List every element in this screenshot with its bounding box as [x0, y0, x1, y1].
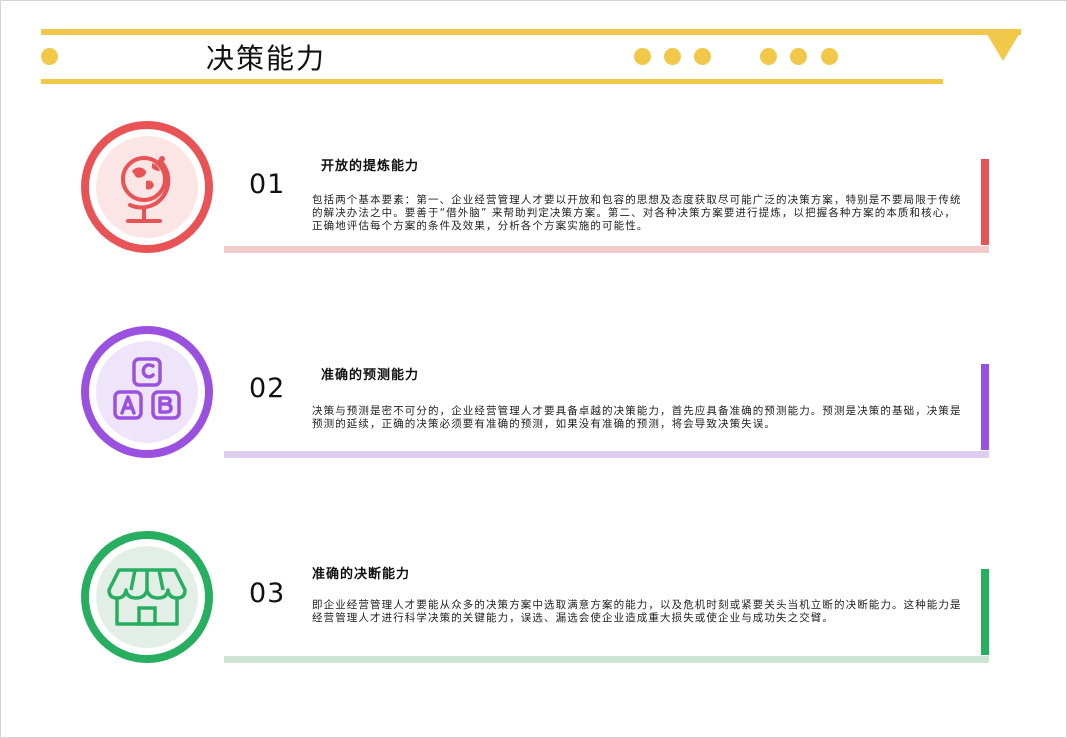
- accent-bar: [981, 569, 989, 655]
- section-number: 01: [249, 169, 286, 200]
- section-heading: 准确的决断能力: [312, 567, 411, 582]
- section-accurate-prediction: 02 准确的预测能力 决策与预测是密不可分的，企业经营管理人才要具备卓越的决策能…: [1, 326, 1067, 466]
- section-heading: 开放的提炼能力: [321, 159, 420, 174]
- slide-frame: 决策能力 01 开放的提炼能力 包括两个基本要素：第一、企业经营管理人才要以开放…: [0, 0, 1067, 738]
- globe-icon: [121, 156, 171, 223]
- section-description: 包括两个基本要素：第一、企业经营管理人才要以开放和包容的思想及态度获取尽可能广泛…: [312, 194, 962, 232]
- decor-dot: [790, 48, 807, 65]
- page-title: 决策能力: [206, 42, 327, 75]
- decor-dot: [41, 48, 58, 65]
- abc-blocks-icon: [113, 357, 181, 420]
- section-number: 03: [249, 578, 286, 609]
- triangle-decor: [985, 31, 1021, 61]
- underline-bar: [224, 656, 989, 663]
- bottom-decor-line: [41, 79, 943, 84]
- section-number: 02: [249, 373, 286, 404]
- section-accurate-decision: 03 准确的决断能力 即企业经营管理人才要能从众多的决策方案中选取满意方案的能力…: [1, 531, 1067, 671]
- icon-circle: [81, 121, 213, 253]
- section-open-refining: 01 开放的提炼能力 包括两个基本要素：第一、企业经营管理人才要以开放和包容的思…: [1, 121, 1067, 261]
- top-decor-line: [41, 29, 1021, 35]
- decor-dot: [664, 48, 681, 65]
- decor-dot: [634, 48, 651, 65]
- accent-bar: [981, 364, 989, 450]
- underline-bar: [224, 246, 989, 253]
- section-heading: 准确的预测能力: [321, 368, 420, 383]
- decor-dot: [760, 48, 777, 65]
- icon-circle: [81, 326, 213, 458]
- icon-circle: [81, 531, 213, 663]
- decor-dot: [821, 48, 838, 65]
- underline-bar: [224, 451, 989, 458]
- section-description: 即企业经营管理人才要能从众多的决策方案中选取满意方案的能力，以及危机时刻或紧要关…: [312, 599, 962, 624]
- accent-bar: [981, 159, 989, 245]
- store-icon: [107, 568, 187, 626]
- section-description: 决策与预测是密不可分的，企业经营管理人才要具备卓越的决策能力，首先应具备准确的预…: [312, 405, 962, 430]
- decor-dot: [694, 48, 711, 65]
